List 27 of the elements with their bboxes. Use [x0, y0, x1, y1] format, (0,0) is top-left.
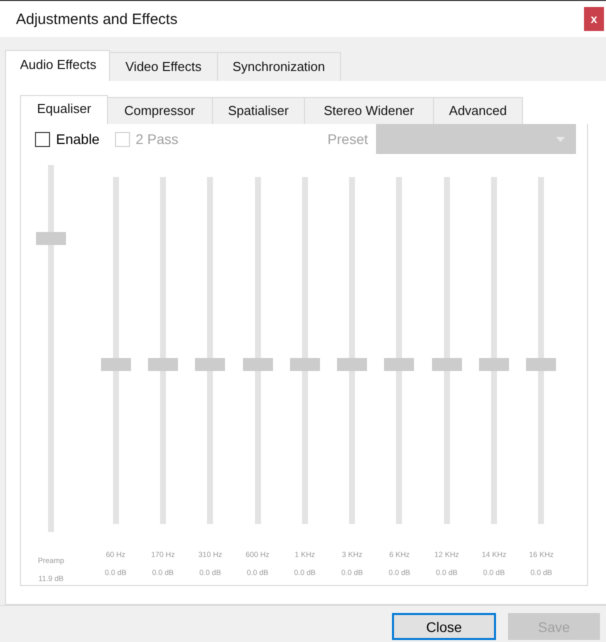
slider-thumb[interactable]: [290, 358, 320, 372]
slider-thumb[interactable]: [526, 358, 556, 372]
caret-icon: [556, 136, 565, 142]
window-close-button[interactable]: x: [584, 7, 604, 31]
slider-thumb[interactable]: [148, 358, 178, 372]
tab[interactable]: Audio Effects: [5, 50, 110, 81]
slider-thumb[interactable]: [479, 358, 510, 372]
tab[interactable]: Video Effects: [110, 52, 218, 81]
slider-thumb[interactable]: [384, 358, 414, 372]
slider-thumb[interactable]: [36, 232, 66, 246]
slider-thumb[interactable]: [242, 358, 273, 372]
tab[interactable]: Compressor: [108, 97, 213, 124]
tab[interactable]: Equaliser: [20, 95, 108, 124]
preset-label: Preset: [328, 131, 368, 147]
dialog-button[interactable]: Close: [392, 613, 496, 640]
tab[interactable]: Advanced: [434, 97, 523, 124]
window-title: Adjustments and Effects: [16, 10, 178, 28]
tab[interactable]: Synchronization: [218, 52, 342, 81]
checkbox-label: 2 Pass: [136, 131, 178, 147]
tab[interactable]: Stereo Widener: [304, 97, 434, 124]
slider-thumb[interactable]: [100, 358, 131, 372]
slider-thumb[interactable]: [432, 358, 462, 372]
slider-thumb[interactable]: [337, 358, 368, 372]
checkbox[interactable]: [35, 132, 50, 146]
checkbox-label: Enable: [56, 131, 100, 147]
tab[interactable]: Spatialiser: [213, 97, 305, 124]
slider-thumb[interactable]: [195, 358, 226, 372]
